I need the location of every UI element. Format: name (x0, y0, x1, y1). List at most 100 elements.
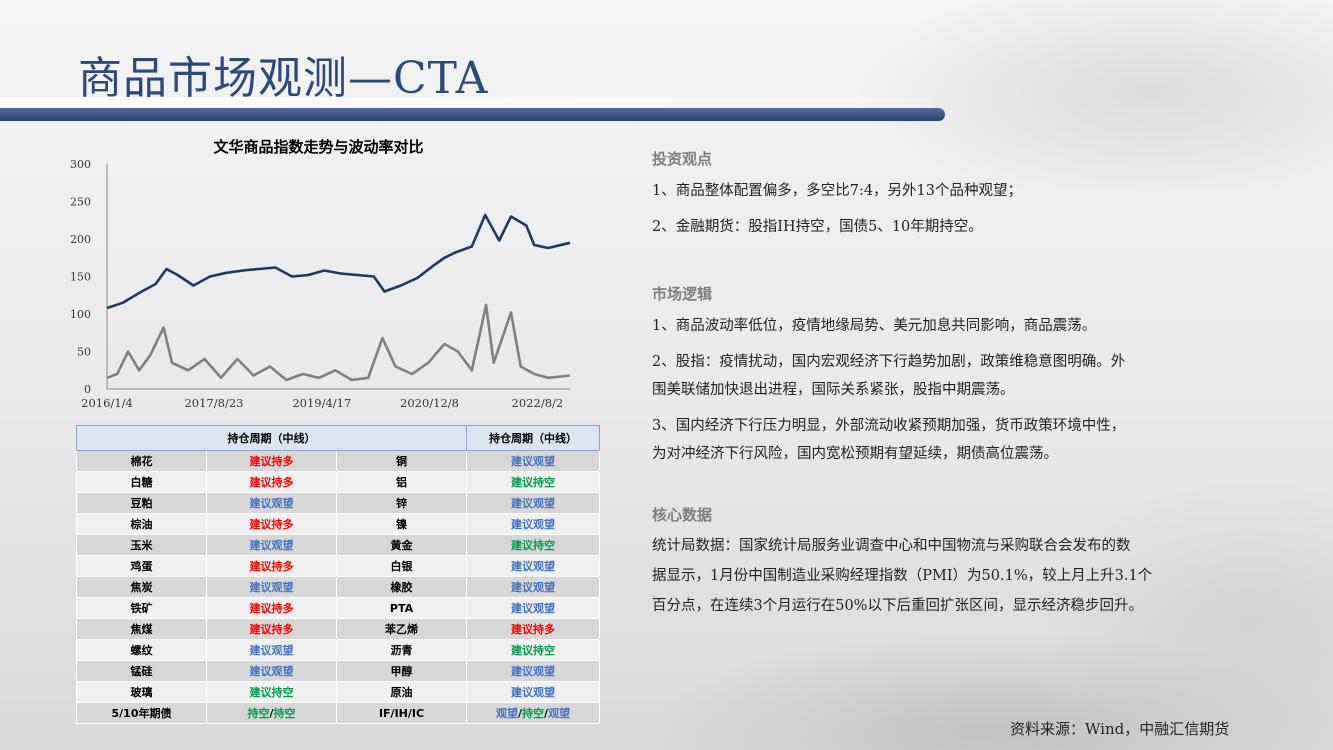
commodity-advice: 建议观望 (466, 513, 601, 535)
commodity-advice: 建议持多 (466, 618, 601, 640)
table-row: 螺纹 建议观望 沥青 建议持空 (76, 639, 601, 661)
table-row: 焦炭 建议观望 橡胶 建议观望 (76, 576, 601, 598)
commodity-name: 白糖 (76, 471, 207, 493)
commodity-name: 锰硅 (76, 660, 207, 682)
commodity-advice: 持空/持空 (206, 702, 337, 724)
y-tick-label: 150 (70, 271, 91, 284)
core-line-3: 百分点，在连续3个月运行在50%以下后重回扩张区间，显示经济稳步回升。 (652, 598, 1143, 614)
commodity-advice: 建议持多 (206, 555, 337, 577)
commodity-name: 原油 (335, 681, 468, 703)
table-row: 玉米 建议观望 黄金 建议持空 (76, 534, 601, 556)
commodity-advice: 建议持空 (466, 534, 601, 556)
commodity-advice: 建议持多 (206, 450, 337, 472)
advice-part: 持空 (247, 707, 270, 720)
commodity-name: 玉米 (76, 534, 207, 556)
x-tick-label: 2016/1/4 (81, 396, 133, 410)
y-tick-label: 300 (70, 158, 91, 171)
table-row: 玻璃 建议持空 原油 建议观望 (76, 681, 601, 703)
page-title: 商品市场观测—CTA (78, 53, 489, 104)
y-tick-label: 50 (77, 346, 91, 359)
table-row: 棉花 建议持多铜建议观望 (76, 450, 601, 472)
section-market-logic: 市场逻辑 1、商品波动率低位，疫情地缘局势、美元加息共同影响，商品震荡。 2、股… (652, 283, 1272, 468)
commodity-name: 锌 (335, 492, 468, 514)
section-title: 市场逻辑 (652, 285, 713, 303)
commodity-name: 5/10年期债 (76, 702, 207, 724)
commodity-advice: 建议持多 (206, 471, 337, 493)
y-tick-label: 100 (70, 308, 91, 321)
commodity-advice: 建议观望 (466, 450, 601, 472)
logic-line-4: 3、国内经济下行压力明显，外部流动收紧预期加强，货币政策环境中性， (652, 418, 1126, 434)
commodity-name: 苯乙烯 (335, 618, 468, 640)
advice-part: 观望 (496, 707, 518, 720)
chart-title: 文华商品指数走势与波动率对比 (213, 138, 423, 156)
holdings-table: 持仓周期（中线） 持仓周期（中线） 棉花 建议持多铜建议观望 白糖 建议持多铝建议持空… (75, 425, 601, 724)
commodity-name: 棉花 (76, 450, 207, 472)
holdings-header-left: 持仓周期（中线） (75, 425, 468, 451)
commodity-name: 焦炭 (76, 576, 207, 598)
commodity-name: 铝 (335, 471, 468, 493)
commodity-advice: 建议观望 (466, 597, 601, 619)
commodity-name: 焦煤 (76, 618, 207, 640)
commodity-name: 铁矿 (76, 597, 207, 619)
advice-part: 观望 (548, 707, 571, 720)
commodity-advice: 建议持多 (206, 513, 337, 535)
commodity-advice: 建议观望 (206, 534, 337, 556)
section-title: 投资观点 (652, 150, 713, 168)
commodity-name: 玻璃 (76, 681, 207, 703)
commodity-name: 橡胶 (335, 576, 468, 598)
commodity-name: 白银 (335, 555, 468, 577)
table-row: 白糖 建议持多铝建议持空 (76, 471, 601, 493)
x-tick-label: 2017/8/23 (184, 396, 243, 410)
table-row: 豆粕 建议观望锌建议观望 (76, 492, 601, 514)
volatility-line (106, 303, 571, 382)
commodity-name: 甲醇 (335, 660, 468, 682)
logic-line-2: 2、股指：疫情扰动，国内宏观经济下行趋势加剧，政策维稳意图明确。外 (652, 354, 1126, 370)
view-line-1: 1、商品整体配置偏多，多空比7:4，另外13个品种观望； (652, 183, 1023, 199)
commodity-advice: 建议观望 (466, 492, 601, 514)
commodity-advice: 建议观望 (206, 576, 337, 598)
x-tick-label: 2020/12/8 (400, 396, 459, 410)
section-investment-view: 投资观点 1、商品整体配置偏多，多空比7:4，另外13个品种观望； 2、金融期货… (652, 148, 1272, 241)
commodity-name: 豆粕 (76, 492, 207, 514)
advice-part: 持空 (273, 707, 296, 720)
commodity-name: 螺纹 (76, 639, 207, 661)
y-tick-label: 0 (84, 383, 91, 396)
core-line-2: 据显示，1月份中国制造业采购经理指数（PMI）为50.1%，较上月上升3.1个 (652, 568, 1153, 584)
commodity-name: 黄金 (335, 534, 468, 556)
commodity-advice: 建议观望 (206, 639, 337, 661)
commodity-advice: 建议观望 (206, 492, 337, 514)
commodity-index-line (106, 213, 571, 310)
section-core-data: 核心数据 统计局数据：国家统计局服务业调查中心和中国物流与采购联合会发布的数 据… (652, 504, 1272, 621)
view-line-2: 2、金融期货：股指IH持空，国债5、10年期持空。 (652, 219, 983, 235)
commodity-advice: 建议持多 (206, 618, 337, 640)
logic-line-5: 为对冲经济下行风险，国内宽松预期有望延续，期债高位震荡。 (652, 446, 1058, 462)
commodity-advice: 建议观望 (466, 576, 601, 598)
commodity-name: PTA (335, 597, 468, 619)
commodity-advice: 建议持空 (466, 471, 601, 493)
advice-part: 持空 (522, 707, 545, 720)
commodity-name: 铜 (335, 450, 468, 472)
commodity-advice: 建议观望 (206, 660, 337, 682)
table-row: 铁矿 建议持多 PTA 建议观望 (76, 597, 601, 619)
commentary-panel: 投资观点 1、商品整体配置偏多，多空比7:4，另外13个品种观望； 2、金融期货… (652, 148, 1272, 621)
y-tick-label: 200 (70, 233, 91, 246)
holdings-header-right: 持仓周期（中线） (466, 425, 601, 451)
holdings-table-container: 持仓周期（中线） 持仓周期（中线） 棉花 建议持多铜建议观望 白糖 建议持多铝建议持空… (75, 425, 601, 724)
commodity-name: IF/IH/IC (335, 702, 468, 724)
holdings-body: 棉花 建议持多铜建议观望 白糖 建议持多铝建议持空 豆粕 建议观望锌建议观望 棕油 建议持多镍… (76, 450, 601, 724)
core-line-1: 统计局数据：国家统计局服务业调查中心和中国物流与采购联合会发布的数 (652, 538, 1131, 554)
index-volatility-chart: 文华商品指数走势与波动率对比 0 50 100 150 200 250 300 2016/1/4… (60, 130, 600, 420)
logic-line-1: 1、商品波动率低位，疫情地缘局势、美元加息共同影响，商品震荡。 (652, 318, 1097, 334)
commodity-advice: 建议观望 (466, 681, 601, 703)
x-tick-label: 2022/8/2 (512, 396, 564, 410)
commodity-name: 镍 (335, 513, 468, 535)
chart-svg: 文华商品指数走势与波动率对比 0 50 100 150 200 250 300 2016/1/4… (70, 138, 571, 410)
holdings-header-row: 持仓周期（中线） 持仓周期（中线） (75, 425, 601, 451)
title-underline-bar (0, 108, 945, 121)
x-tick-label: 2019/4/17 (292, 396, 351, 410)
commodity-advice: 建议持多 (206, 597, 337, 619)
table-row: 鸡蛋 建议持多 白银 建议观望 (76, 555, 601, 577)
commodity-name: 鸡蛋 (76, 555, 207, 577)
table-row: 棕油 建议持多镍建议观望 (76, 513, 601, 535)
commodity-advice: 建议持空 (466, 639, 601, 661)
